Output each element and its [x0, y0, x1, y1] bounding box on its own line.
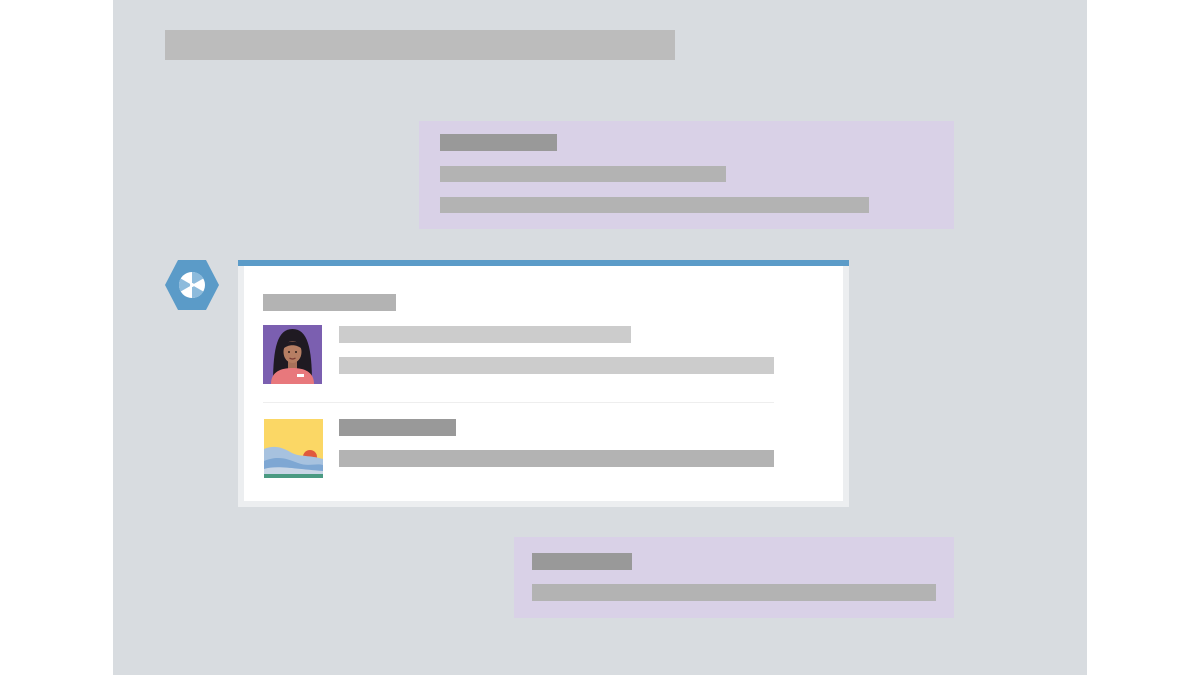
- card-title-placeholder: [263, 294, 396, 311]
- message-sender-placeholder: [440, 134, 557, 151]
- image-detail-placeholder: [339, 450, 774, 467]
- chat-header-placeholder: [165, 30, 675, 60]
- message-line-placeholder: [440, 166, 726, 182]
- person-avatar-icon: [263, 325, 322, 384]
- message-sender-placeholder: [532, 553, 632, 570]
- message-line-placeholder: [532, 584, 936, 601]
- message-line-placeholder: [440, 197, 869, 213]
- image-title-placeholder: [339, 419, 456, 436]
- hexagon-bot-icon: [165, 260, 219, 310]
- card-divider: [263, 402, 774, 403]
- message-bubble-outgoing-1: [419, 121, 954, 229]
- person-name-placeholder: [339, 326, 631, 343]
- landscape-image-icon: [264, 419, 323, 478]
- person-detail-placeholder: [339, 357, 774, 374]
- message-bubble-outgoing-2: [514, 537, 954, 618]
